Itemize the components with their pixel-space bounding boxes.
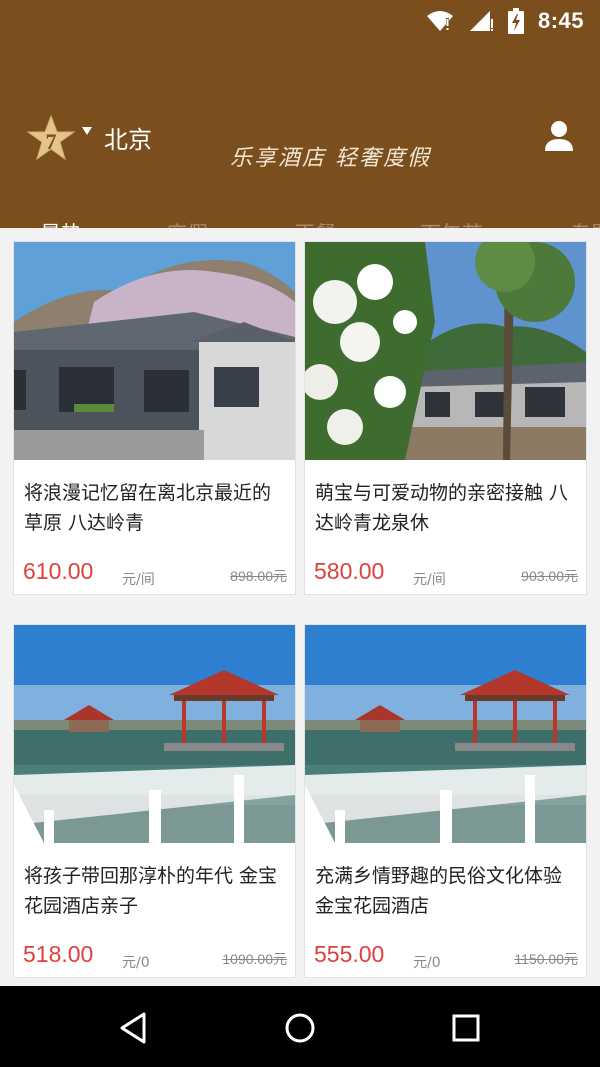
price-unit: 元/间 xyxy=(413,572,446,588)
original-price: 1150.00元 xyxy=(514,951,578,967)
price-unit: 元/0 xyxy=(413,955,441,971)
product-photo xyxy=(305,625,586,843)
product-price: 580.00 xyxy=(314,558,385,584)
original-price: 903.00元 xyxy=(521,568,578,584)
app-root: 8:45 7 北京 乐享酒店 轻奢度假 最热 度假 正餐 下午茶 专题 xyxy=(0,0,600,1067)
status-bar: 8:45 xyxy=(0,0,600,48)
price-unit: 元/间 xyxy=(122,572,155,588)
clock: 8:45 xyxy=(537,8,584,33)
product-grid: 将浪漫记忆留在离北京最近的草原 八达岭青 610.00 元/间 898.00元 xyxy=(0,228,600,986)
product-card[interactable]: 将孩子带回那淳朴的年代 金宝花园酒店亲子 518.00 元/0 1090.00元 xyxy=(13,624,296,978)
product-photo xyxy=(14,242,295,460)
system-nav-bar xyxy=(0,986,600,1067)
home-icon[interactable] xyxy=(280,1008,320,1048)
signal-icon xyxy=(468,10,494,32)
product-title: 将浪漫记忆留在离北京最近的草原 八达岭青 xyxy=(24,482,272,534)
product-card[interactable]: 将浪漫记忆留在离北京最近的草原 八达岭青 610.00 元/间 898.00元 xyxy=(13,241,296,595)
logo-number: 7 xyxy=(46,129,57,154)
original-price: 1090.00元 xyxy=(222,951,287,967)
product-photo xyxy=(305,242,586,460)
dropdown-arrow-icon[interactable] xyxy=(82,126,92,136)
star-logo-icon[interactable]: 7 xyxy=(26,114,76,162)
original-price: 898.00元 xyxy=(230,568,287,584)
user-profile-icon[interactable] xyxy=(544,120,574,152)
slogan: 乐享酒店 轻奢度假 xyxy=(230,146,431,171)
product-price: 610.00 xyxy=(23,558,94,584)
price-unit: 元/0 xyxy=(122,955,150,971)
product-photo xyxy=(14,625,295,843)
product-card[interactable]: 充满乡情野趣的民俗文化体验 金宝花园酒店 555.00 元/0 1150.00元 xyxy=(304,624,587,978)
product-card[interactable]: 萌宝与可爱动物的亲密接触 八达岭青龙泉休 580.00 元/间 903.00元 xyxy=(304,241,587,595)
product-title: 萌宝与可爱动物的亲密接触 八达岭青龙泉休 xyxy=(315,482,569,534)
product-price: 555.00 xyxy=(314,941,385,967)
product-title: 将孩子带回那淳朴的年代 金宝花园酒店亲子 xyxy=(24,865,278,917)
product-title: 充满乡情野趣的民俗文化体验 金宝花园酒店 xyxy=(315,865,563,917)
product-price: 518.00 xyxy=(23,941,94,967)
back-icon[interactable] xyxy=(114,1008,154,1048)
city-selector[interactable]: 北京 xyxy=(104,120,152,155)
recent-apps-icon[interactable] xyxy=(446,1008,486,1048)
battery-icon xyxy=(507,8,524,34)
wifi-icon xyxy=(426,10,454,32)
header: 7 北京 乐享酒店 轻奢度假 最热 度假 正餐 下午茶 专题 xyxy=(0,48,600,276)
